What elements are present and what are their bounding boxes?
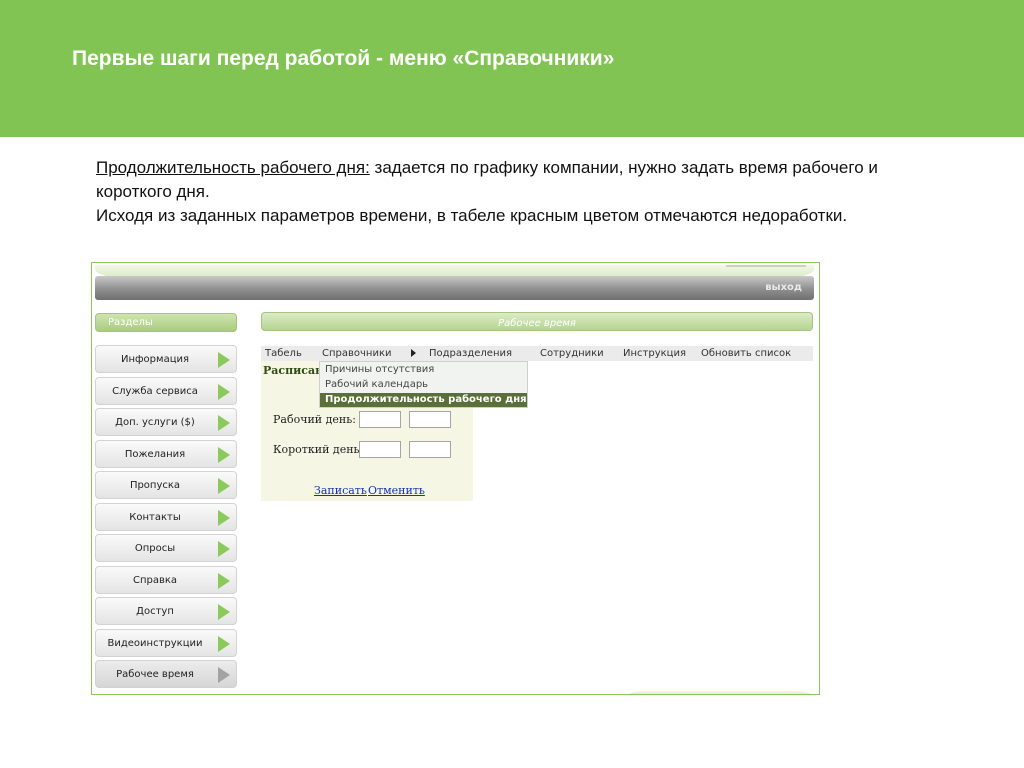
sidebar-item-kontakty[interactable]: Контакты xyxy=(95,503,237,531)
short-day-to-input[interactable] xyxy=(409,441,451,458)
sidebar-item-label: Видеоинструкции xyxy=(107,638,203,649)
dropdown-item-rabochiy-kalendar[interactable]: Рабочий календарь xyxy=(320,378,527,392)
sidebar-item-label: Опросы xyxy=(134,543,176,554)
page-title-bar: Рабочее время xyxy=(261,312,813,331)
arrow-right-icon xyxy=(218,384,230,400)
sidebar-item-dostup[interactable]: Доступ xyxy=(95,597,237,625)
sidebar-item-dop-uslugi[interactable]: Доп. услуги ($) xyxy=(95,408,237,436)
sidebar-item-rabochee-vremya[interactable]: Рабочее время xyxy=(95,660,237,688)
sidebar-item-sluzhba-servisa[interactable]: Служба сервиса xyxy=(95,377,237,405)
arrow-right-icon xyxy=(218,541,230,557)
arrow-right-icon xyxy=(218,478,230,494)
app-screenshot: выход Разделы Рабочее время Информация С… xyxy=(91,262,820,695)
arrow-right-icon xyxy=(218,510,230,526)
menu-item-tabel[interactable]: Табель xyxy=(265,348,302,359)
exit-link[interactable]: выход xyxy=(765,282,802,293)
top-strip-decoration xyxy=(726,265,806,271)
sidebar-item-label: Пожелания xyxy=(124,449,186,460)
sidebar-item-label: Служба сервиса xyxy=(112,386,198,397)
sidebar-item-pozhelaniya[interactable]: Пожелания xyxy=(95,440,237,468)
arrow-right-icon xyxy=(218,573,230,589)
arrow-right-icon xyxy=(218,447,230,463)
menu-item-podrazdeleniya[interactable]: Подразделения xyxy=(429,348,512,359)
sections-header: Разделы xyxy=(95,313,237,332)
slide-description: Продолжительность рабочего дня: задается… xyxy=(96,156,936,228)
sections-title: Разделы xyxy=(108,317,153,328)
sidebar-item-label: Доступ xyxy=(136,606,174,617)
sidebar-item-label: Контакты xyxy=(129,512,181,523)
sidebar-item-label: Справка xyxy=(132,575,178,586)
slide-header: Первые шаги перед работой - меню «Справо… xyxy=(0,0,1024,137)
sidebar-item-label: Информация xyxy=(120,354,190,365)
sidebar-item-propuska[interactable]: Пропуска xyxy=(95,471,237,499)
menu-arrow-icon xyxy=(411,349,416,357)
short-day-label: Короткий день xyxy=(273,443,360,456)
dropdown-item-prodolzhitelnost-rabochego-dnya[interactable]: Продолжительность рабочего дня xyxy=(320,393,527,407)
sidebar-item-videoinstrukcii[interactable]: Видеоинструкции xyxy=(95,629,237,657)
sidebar-item-label: Доп. услуги ($) xyxy=(115,417,195,428)
sidebar-item-informaciya[interactable]: Информация xyxy=(95,345,237,373)
menu-item-spravochniki[interactable]: Справочники xyxy=(322,348,392,359)
sidebar-item-label: Пропуска xyxy=(129,480,181,491)
arrow-right-icon xyxy=(218,636,230,652)
work-day-label: Рабочий день: xyxy=(273,413,356,426)
description-term: Продолжительность рабочего дня: xyxy=(96,158,370,177)
menu-item-sotrudniki[interactable]: Сотрудники xyxy=(540,348,604,359)
arrow-right-icon xyxy=(218,604,230,620)
short-day-from-input[interactable] xyxy=(359,441,401,458)
description-line2: Исходя из заданных параметров времени, в… xyxy=(96,206,848,225)
slide-title: Первые шаги перед работой - меню «Справо… xyxy=(72,47,615,70)
page-title: Рабочее время xyxy=(498,318,576,329)
sidebar-item-spravka[interactable]: Справка xyxy=(95,566,237,594)
sidebar-item-label: Рабочее время xyxy=(116,669,194,680)
top-menu-bar: Табель Справочники Подразделения Сотрудн… xyxy=(261,346,813,361)
save-link[interactable]: Записать xyxy=(314,484,367,497)
arrow-right-icon xyxy=(218,667,230,683)
menu-item-instrukciya[interactable]: Инструкция xyxy=(623,348,686,359)
app-bottom-strip xyxy=(626,691,814,694)
arrow-right-icon xyxy=(218,415,230,431)
work-day-to-input[interactable] xyxy=(409,411,451,428)
cancel-link[interactable]: Отменить xyxy=(368,484,425,497)
dropdown-item-prichiny-otsutstviya[interactable]: Причины отсутствия xyxy=(320,363,527,377)
spravochniki-dropdown: Причины отсутствия Рабочий календарь Про… xyxy=(319,361,528,408)
arrow-right-icon xyxy=(218,352,230,368)
sidebar-item-oprosy[interactable]: Опросы xyxy=(95,534,237,562)
app-toolbar: выход xyxy=(95,276,814,300)
work-day-from-input[interactable] xyxy=(359,411,401,428)
menu-item-obnovit-spisok[interactable]: Обновить список xyxy=(701,348,791,359)
